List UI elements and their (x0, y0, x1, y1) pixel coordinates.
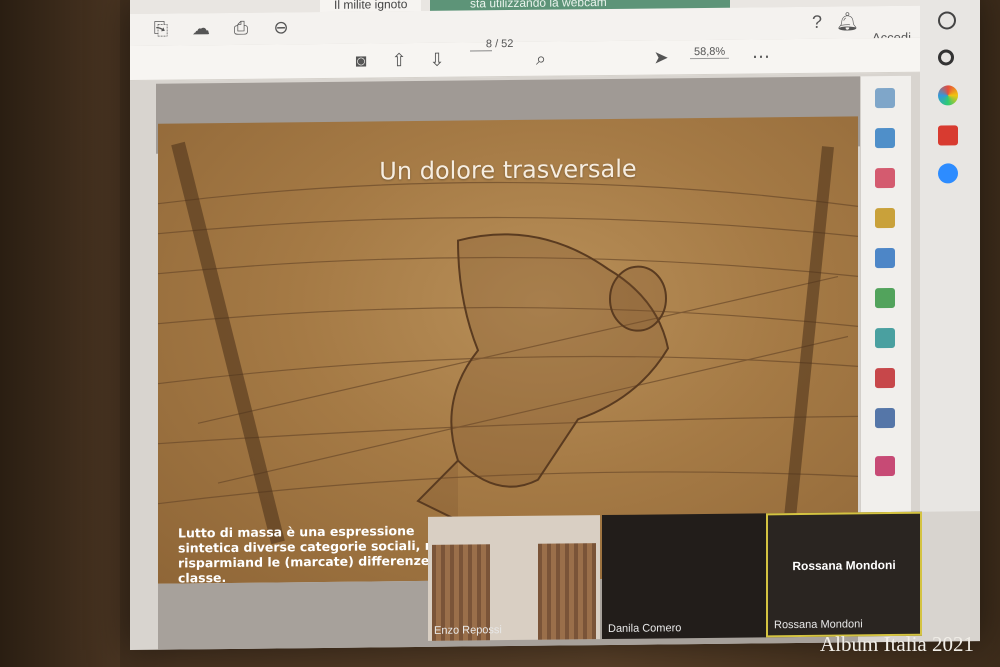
camera-icon[interactable]: ◙ (350, 49, 372, 71)
more-tools-icon[interactable] (875, 455, 895, 477)
pdf-toolbar: ◙ ⇧ ⇩ ⌕ ➤ ⋯ (130, 37, 950, 81)
search-taskbar-icon[interactable] (938, 11, 956, 30)
cortana-icon[interactable] (938, 49, 954, 66)
protect-icon[interactable] (875, 407, 895, 429)
select-icon[interactable]: ➤ (650, 46, 672, 68)
participant-name: Rossana Mondoni (774, 618, 863, 632)
projected-screen: Il milite ignoto sta utilizzando la webc… (130, 0, 980, 650)
zoom-select[interactable]: 58,8% (690, 45, 730, 60)
zoom-app-icon[interactable] (938, 163, 958, 184)
organize-icon[interactable] (875, 167, 895, 189)
curtain-right (538, 543, 596, 640)
windows-taskbar (920, 0, 980, 512)
more-icon[interactable]: ⋯ (750, 45, 772, 67)
page-current-input[interactable]: 8 (470, 38, 492, 52)
save-icon[interactable]: ⎘ (150, 18, 172, 40)
scan-icon[interactable] (875, 327, 895, 349)
left-wall (0, 0, 120, 667)
active-speaker-tile[interactable]: Rossana Mondoni Rossana Mondoni (766, 511, 922, 638)
participant-name: Danila Comero (608, 622, 682, 635)
video-tile[interactable]: Enzo Repossi (428, 515, 600, 641)
page-indicator: 8 / 52 (470, 37, 514, 52)
search-icon[interactable]: ⌕ (530, 48, 552, 70)
chrome-icon[interactable] (938, 85, 958, 106)
page-total: / 52 (495, 37, 514, 51)
zoom-out-icon[interactable]: ⊖ (270, 16, 292, 38)
participant-name: Enzo Repossi (434, 624, 502, 637)
video-tile[interactable]: Danila Comero (602, 513, 766, 640)
acrobat-icon[interactable] (938, 125, 958, 146)
sign-icon[interactable] (875, 367, 895, 389)
arrow-down-icon[interactable]: ⇩ (426, 49, 448, 71)
zoom-tool-icon[interactable] (875, 87, 895, 109)
participant-display-name: Rossana Mondoni (792, 557, 896, 574)
arrow-up-icon[interactable]: ⇧ (388, 49, 410, 71)
upload-icon[interactable]: ☁ (190, 17, 212, 39)
bell-icon[interactable]: 🔔︎ (836, 10, 859, 32)
print-icon[interactable]: ⎙ (230, 17, 252, 39)
export-icon[interactable] (875, 127, 895, 149)
edit-icon[interactable] (875, 287, 895, 309)
watermark: Album Italia 2021 (820, 632, 974, 656)
combine-icon[interactable] (875, 247, 895, 269)
comment-icon[interactable] (875, 207, 895, 229)
help-icon[interactable]: ? (806, 11, 828, 33)
